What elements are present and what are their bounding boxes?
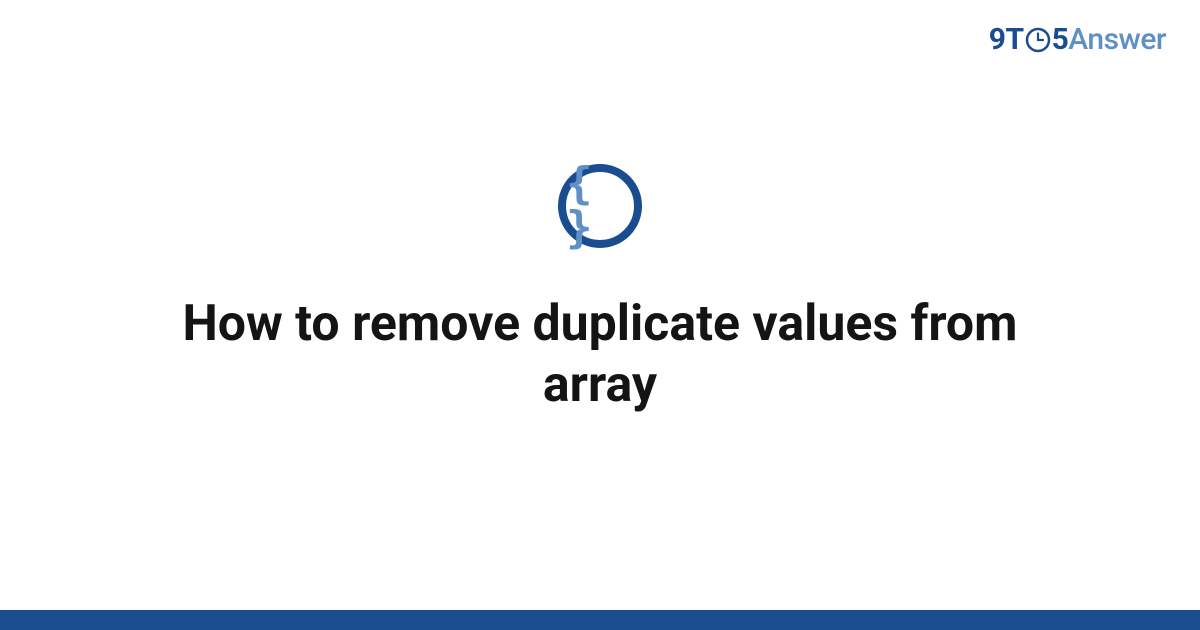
code-braces-icon: { } (558, 164, 642, 248)
footer-accent-bar (0, 610, 1200, 630)
page-title: How to remove duplicate values from arra… (100, 294, 1100, 416)
main-content: { } How to remove duplicate values from … (0, 0, 1200, 610)
category-glyph: { } (566, 162, 634, 250)
